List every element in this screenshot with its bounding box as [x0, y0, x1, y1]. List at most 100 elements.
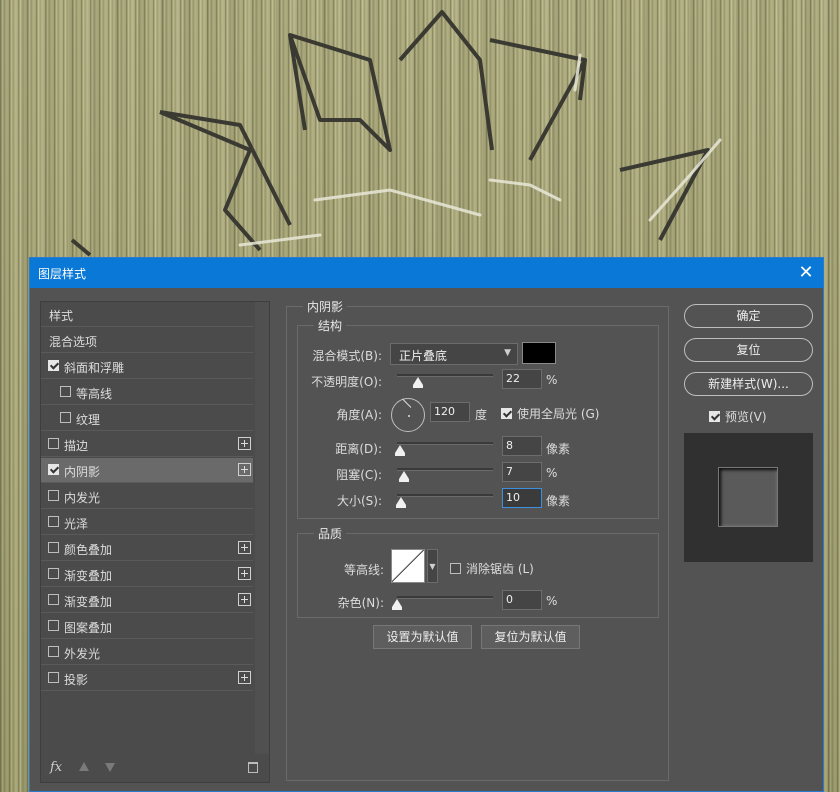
antialias-checkbox[interactable]: 消除锯齿 (L) [450, 560, 534, 577]
reset-default-button[interactable]: 复位为默认值 [481, 625, 580, 649]
inner-shadow-title: 内阴影 [303, 298, 348, 315]
choke-slider-knob[interactable] [398, 471, 409, 482]
style-list-item-label: 等高线 [76, 387, 113, 401]
style-checkbox[interactable] [48, 594, 59, 605]
style-list-item[interactable]: 内发光 [41, 484, 253, 509]
noise-slider-knob[interactable] [392, 599, 402, 610]
style-checkbox[interactable] [48, 568, 59, 579]
reset-button[interactable]: 复位 [684, 338, 813, 362]
new-style-button[interactable]: 新建样式(W)... [684, 372, 813, 396]
style-list-item-label: 纹理 [76, 413, 101, 427]
style-checkbox[interactable] [48, 646, 59, 657]
style-list-item-label: 斜面和浮雕 [64, 361, 125, 375]
preview-label: 预览(V) [725, 410, 767, 424]
style-list-item[interactable]: 渐变叠加 [41, 562, 253, 587]
style-checkbox[interactable] [48, 438, 59, 449]
size-slider[interactable] [395, 492, 493, 508]
blend-mode-value: 正片叠底 [399, 349, 448, 363]
style-checkbox[interactable] [48, 360, 59, 371]
style-list-item[interactable]: 内阴影 [41, 458, 253, 483]
style-checkbox[interactable] [48, 464, 59, 475]
choke-slider[interactable] [397, 466, 493, 482]
contour-thumbnail[interactable] [391, 549, 425, 583]
style-list-item[interactable]: 颜色叠加 [41, 536, 253, 561]
structure-title: 结构 [314, 317, 347, 334]
dialog-titlebar: 图层样式 ✕ [30, 258, 823, 288]
angle-input[interactable]: 120 [430, 402, 470, 422]
size-slider-knob[interactable] [395, 497, 406, 508]
structure-group: 结构 混合模式(B): 正片叠底 ▼ 不透明度(O): 22 % 角度(A): … [297, 317, 659, 519]
choke-input[interactable]: 7 [502, 462, 542, 482]
style-list-item[interactable]: 外发光 [41, 640, 253, 665]
style-checkbox[interactable] [48, 620, 59, 631]
noise-input[interactable]: 0 [502, 590, 542, 610]
style-checkbox[interactable] [48, 516, 59, 527]
trash-icon[interactable] [248, 762, 258, 773]
global-light-check-icon[interactable] [501, 408, 512, 419]
add-effect-icon[interactable] [238, 671, 251, 684]
add-effect-icon[interactable] [238, 593, 251, 606]
antialias-label: 消除锯齿 (L) [466, 562, 534, 576]
global-light-checkbox[interactable]: 使用全局光 (G) [501, 405, 599, 422]
style-list-item[interactable]: 描边 [41, 432, 253, 457]
angle-dial[interactable] [391, 398, 425, 432]
shadow-color-swatch[interactable] [522, 342, 556, 364]
noise-slider[interactable] [392, 594, 493, 610]
style-list-item[interactable]: 图案叠加 [41, 614, 253, 639]
leaf-artwork [70, 10, 722, 257]
style-checkbox[interactable] [60, 412, 71, 423]
distance-input[interactable]: 8 [502, 436, 542, 456]
size-input[interactable]: 10 [502, 488, 542, 508]
make-default-button[interactable]: 设置为默认值 [373, 625, 472, 649]
angle-unit: 度 [475, 408, 488, 422]
style-list-scrollbar[interactable] [255, 302, 269, 754]
style-list-item-label: 投影 [64, 673, 89, 687]
style-list-item[interactable]: 混合选项 [41, 328, 253, 353]
style-list-item[interactable]: 渐变叠加 [41, 588, 253, 613]
antialias-check-icon[interactable] [450, 563, 461, 574]
quality-title: 品质 [314, 525, 347, 542]
style-list-item[interactable]: 斜面和浮雕 [41, 354, 253, 379]
opacity-input[interactable]: 22 [502, 369, 542, 389]
distance-slider-knob[interactable] [395, 445, 406, 456]
move-up-icon[interactable] [79, 762, 89, 771]
style-list-item-label: 描边 [64, 439, 89, 453]
style-list-item[interactable]: 等高线 [41, 380, 253, 405]
contour-chevron-down-icon[interactable]: ▼ [427, 549, 438, 583]
style-checkbox[interactable] [48, 542, 59, 553]
style-list-item[interactable]: 样式 [41, 302, 253, 327]
style-checkbox[interactable] [48, 672, 59, 683]
fx-icon[interactable]: fx [50, 760, 62, 775]
contour-label: 等高线: [343, 563, 384, 577]
preview-check-icon[interactable] [709, 411, 720, 422]
add-effect-icon[interactable] [238, 463, 251, 476]
opacity-slider-knob[interactable] [413, 377, 424, 388]
dialog-title: 图层样式 [38, 267, 87, 281]
style-checkbox[interactable] [48, 490, 59, 501]
style-list-item-label: 图案叠加 [64, 621, 113, 635]
inner-shadow-group: 内阴影 结构 混合模式(B): 正片叠底 ▼ 不透明度(O): 22 % 角度(… [286, 298, 669, 781]
move-down-icon[interactable] [105, 763, 115, 772]
distance-label: 距离(D): [335, 442, 382, 456]
opacity-slider[interactable] [397, 372, 493, 388]
add-effect-icon[interactable] [238, 437, 251, 450]
layer-style-dialog: 图层样式 ✕ 样式 混合选项 斜面和浮雕 等高线 纹理 描边 内阴影 内发光 光泽 颜色叠加 渐变叠… [29, 257, 824, 792]
style-list-item[interactable]: 纹理 [41, 406, 253, 431]
style-list-item[interactable]: 投影 [41, 666, 253, 691]
angle-label: 角度(A): [336, 408, 382, 422]
quality-group: 品质 等高线: ▼ 消除锯齿 (L) 杂色(N): 0 % [297, 525, 659, 618]
preview-checkbox[interactable]: 预览(V) [709, 408, 767, 425]
style-list-item-label: 渐变叠加 [64, 569, 113, 583]
blend-mode-select[interactable]: 正片叠底 ▼ [390, 343, 518, 365]
opacity-label: 不透明度(O): [311, 375, 382, 389]
style-list-item-label: 内发光 [64, 491, 101, 505]
ok-button[interactable]: 确定 [684, 304, 813, 328]
preview-tile [718, 467, 778, 527]
choke-label: 阻塞(C): [336, 468, 382, 482]
close-icon[interactable]: ✕ [795, 262, 817, 284]
add-effect-icon[interactable] [238, 567, 251, 580]
add-effect-icon[interactable] [238, 541, 251, 554]
distance-slider[interactable] [395, 440, 493, 456]
style-list-item[interactable]: 光泽 [41, 510, 253, 535]
style-checkbox[interactable] [60, 386, 71, 397]
